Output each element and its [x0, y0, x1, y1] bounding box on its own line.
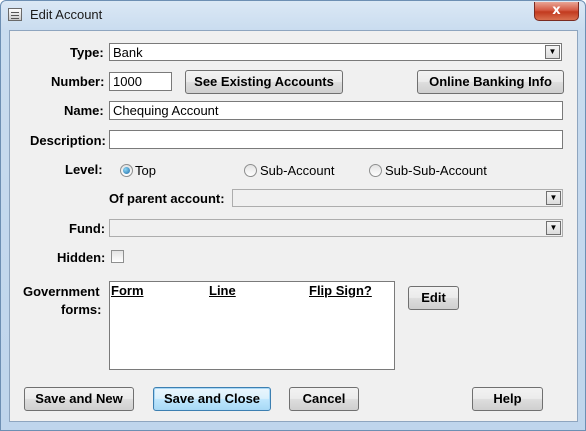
- hidden-label: Hidden:: [57, 250, 106, 265]
- level-top-label[interactable]: Top: [135, 163, 156, 178]
- level-sub-account-label[interactable]: Sub-Account: [260, 163, 334, 178]
- chevron-down-icon[interactable]: ▼: [545, 45, 560, 59]
- edit-button[interactable]: Edit: [408, 286, 459, 310]
- name-label: Name:: [64, 103, 104, 118]
- government-forms-table[interactable]: Form Line Flip Sign?: [109, 281, 395, 370]
- parent-account-dropdown[interactable]: ▼: [232, 189, 563, 207]
- column-header-form[interactable]: Form: [111, 283, 144, 298]
- title-bar[interactable]: Edit Account x: [1, 1, 585, 29]
- close-button[interactable]: x: [534, 2, 579, 21]
- number-field[interactable]: 1000: [109, 72, 172, 91]
- fund-label: Fund:: [69, 221, 106, 236]
- window-title: Edit Account: [30, 7, 103, 22]
- type-label: Type:: [70, 45, 104, 60]
- help-button[interactable]: Help: [472, 387, 543, 411]
- column-header-line[interactable]: Line: [209, 283, 236, 298]
- name-field[interactable]: Chequing Account: [109, 101, 563, 120]
- type-dropdown[interactable]: Bank ▼: [109, 43, 562, 61]
- edit-account-window: Edit Account x Type: Bank ▼ Number: 1000…: [0, 0, 586, 431]
- chevron-down-icon[interactable]: ▼: [546, 191, 561, 205]
- government-forms-label-line2: forms:: [61, 302, 102, 317]
- level-sub-sub-account-label[interactable]: Sub-Sub-Account: [385, 163, 487, 178]
- level-sub-sub-account-radio[interactable]: [369, 164, 382, 177]
- save-and-new-button[interactable]: Save and New: [24, 387, 134, 411]
- fund-dropdown[interactable]: ▼: [109, 219, 563, 237]
- type-value: Bank: [113, 45, 143, 60]
- column-header-flip-sign[interactable]: Flip Sign?: [309, 283, 372, 298]
- parent-account-label: Of parent account:: [109, 191, 225, 206]
- level-top-radio[interactable]: [120, 164, 133, 177]
- close-icon: x: [552, 3, 561, 18]
- cancel-button[interactable]: Cancel: [289, 387, 359, 411]
- level-label: Level:: [65, 162, 103, 177]
- chevron-down-icon[interactable]: ▼: [546, 221, 561, 235]
- hidden-checkbox[interactable]: [111, 250, 124, 263]
- see-existing-accounts-button[interactable]: See Existing Accounts: [185, 70, 343, 94]
- level-sub-account-radio[interactable]: [244, 164, 257, 177]
- dialog-body: Type: Bank ▼ Number: 1000 See Existing A…: [9, 30, 578, 422]
- app-icon: [8, 8, 22, 21]
- online-banking-info-button[interactable]: Online Banking Info: [417, 70, 564, 94]
- save-and-close-button[interactable]: Save and Close: [153, 387, 271, 411]
- government-forms-label-line1: Government: [23, 284, 100, 299]
- description-label: Description:: [30, 133, 106, 148]
- description-field[interactable]: [109, 130, 563, 149]
- number-label: Number:: [51, 74, 105, 89]
